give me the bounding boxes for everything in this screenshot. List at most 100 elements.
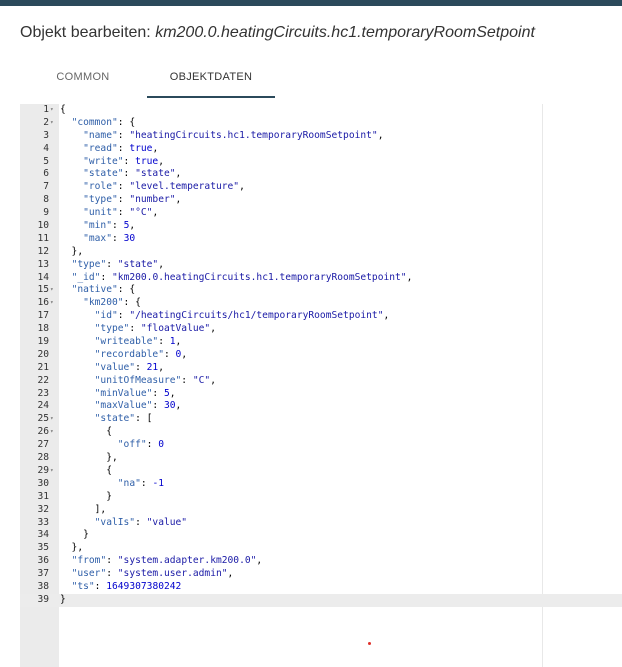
- line-number: 28: [37, 452, 49, 464]
- code-text: "type": "state",: [71, 258, 164, 270]
- code-text: }: [60, 490, 112, 502]
- fold-toggle-icon[interactable]: ▾: [50, 297, 58, 310]
- line-number: 13: [37, 258, 49, 270]
- code-line[interactable]: 35 },: [20, 542, 622, 555]
- code-text: "na": -1: [117, 477, 164, 489]
- code-line[interactable]: 18 "type": "floatValue",: [20, 323, 622, 336]
- code-line[interactable]: 28 },: [20, 452, 622, 465]
- code-text: {: [60, 464, 112, 476]
- code-text: "from": "system.adapter.km200.0",: [71, 555, 263, 567]
- line-number: 12: [37, 245, 49, 257]
- line-number: 36: [37, 555, 49, 567]
- tab-bar: COMMON OBJEKTDATEN: [0, 62, 622, 98]
- code-line[interactable]: 30 "na": -1: [20, 478, 622, 491]
- code-text: },: [60, 452, 118, 464]
- code-line[interactable]: 5 "write": true,: [20, 156, 622, 169]
- code-line[interactable]: 39}: [20, 593, 622, 607]
- line-number: 38: [37, 580, 49, 592]
- code-text: "valIs": "value": [94, 516, 188, 528]
- line-number: 16: [37, 297, 49, 309]
- line-number: 8: [43, 194, 49, 206]
- line-number: 2: [43, 116, 49, 128]
- code-line[interactable]: 10 "min": 5,: [20, 220, 622, 233]
- code-line[interactable]: 9 "unit": "°C",: [20, 207, 622, 220]
- code-text: "type": "number",: [83, 194, 182, 206]
- json-code-editor[interactable]: 1 ▾{2 ▾ "common": {3 "name": "heatingCircu…: [20, 104, 622, 667]
- red-dot-marker: [368, 642, 371, 645]
- code-text: "read": true,: [83, 142, 159, 154]
- code-line[interactable]: 23 "minValue": 5,: [20, 388, 622, 401]
- line-number: 1: [43, 104, 49, 115]
- code-line[interactable]: 11 "max": 30: [20, 233, 622, 246]
- code-line[interactable]: 13 "type": "state",: [20, 259, 622, 272]
- code-text: {: [60, 426, 112, 438]
- code-text: {: [60, 104, 66, 115]
- code-line[interactable]: 14 "_id": "km200.0.heatingCircuits.hc1.t…: [20, 272, 622, 285]
- code-line[interactable]: 25 ▾ "state": [: [20, 413, 622, 426]
- fold-toggle-icon[interactable]: ▾: [50, 284, 58, 297]
- code-text: "unitOfMeasure": "C",: [94, 374, 216, 386]
- line-number: 17: [37, 310, 49, 322]
- code-line[interactable]: 2 ▾ "common": {: [20, 117, 622, 130]
- code-line[interactable]: 29 ▾ {: [20, 465, 622, 478]
- fold-toggle-icon[interactable]: ▾: [50, 117, 58, 130]
- line-number: 4: [43, 142, 49, 154]
- fold-toggle-icon[interactable]: ▾: [50, 104, 58, 117]
- code-text: "min": 5,: [83, 220, 136, 232]
- code-line[interactable]: 20 "recordable": 0,: [20, 349, 622, 362]
- code-line[interactable]: 12 },: [20, 246, 622, 259]
- code-line[interactable]: 24 "maxValue": 30,: [20, 400, 622, 413]
- line-number: 10: [37, 220, 49, 232]
- line-number: 25: [37, 413, 49, 425]
- code-line[interactable]: 4 "read": true,: [20, 143, 622, 156]
- code-text: "state": "state",: [83, 168, 182, 180]
- code-line[interactable]: 17 "id": "/heatingCircuits/hc1/temporary…: [20, 310, 622, 323]
- code-text: "minValue": 5,: [94, 387, 176, 399]
- code-line[interactable]: 1 ▾{: [20, 104, 622, 117]
- fold-toggle-icon[interactable]: ▾: [50, 465, 58, 478]
- fold-toggle-icon[interactable]: ▾: [50, 413, 58, 426]
- code-text: "off": 0: [117, 439, 164, 451]
- code-line[interactable]: 3 "name": "heatingCircuits.hc1.temporary…: [20, 130, 622, 143]
- code-text: "name": "heatingCircuits.hc1.temporaryRo…: [83, 129, 384, 141]
- fold-toggle-icon[interactable]: ▾: [50, 426, 58, 439]
- code-line[interactable]: 22 "unitOfMeasure": "C",: [20, 375, 622, 388]
- code-text: "max": 30: [83, 232, 136, 244]
- code-text: ],: [60, 503, 107, 515]
- tab-common[interactable]: COMMON: [20, 62, 146, 96]
- code-line[interactable]: 32 ],: [20, 504, 622, 517]
- tab-objektdaten[interactable]: OBJEKTDATEN: [147, 62, 275, 98]
- code-line[interactable]: 37 "user": "system.user.admin",: [20, 568, 622, 581]
- code-line[interactable]: 27 "off": 0: [20, 439, 622, 452]
- code-text: }: [60, 529, 89, 541]
- code-text: "role": "level.temperature",: [83, 181, 245, 193]
- code-text: "km200": {: [83, 297, 141, 309]
- dialog-top-bar: [0, 0, 622, 6]
- code-line[interactable]: 26 ▾ {: [20, 426, 622, 439]
- code-line[interactable]: 6 "state": "state",: [20, 168, 622, 181]
- code-text: "maxValue": 30,: [94, 400, 182, 412]
- code-line[interactable]: 7 "role": "level.temperature",: [20, 181, 622, 194]
- code-text: "write": true,: [83, 155, 164, 167]
- line-number: 7: [43, 181, 49, 193]
- code-line[interactable]: 21 "value": 21,: [20, 362, 622, 375]
- code-line[interactable]: 8 "type": "number",: [20, 194, 622, 207]
- line-number: 31: [37, 490, 49, 502]
- code-line[interactable]: 19 "writeable": 1,: [20, 336, 622, 349]
- code-line[interactable]: 16 ▾ "km200": {: [20, 297, 622, 310]
- code-text: "native": {: [71, 284, 136, 296]
- code-text: "user": "system.user.admin",: [71, 568, 234, 580]
- code-line[interactable]: 34 }: [20, 529, 622, 542]
- code-line[interactable]: 38 "ts": 1649307380242: [20, 581, 622, 594]
- code-text: "unit": "°C",: [83, 207, 159, 219]
- line-number: 6: [43, 168, 49, 180]
- line-number: 18: [37, 323, 49, 335]
- line-number: 15: [37, 284, 49, 296]
- dialog-title: Objekt bearbeiten: km200.0.heatingCircui…: [20, 24, 535, 42]
- editor-lines: 1 ▾{2 ▾ "common": {3 "name": "heatingCircu…: [20, 104, 622, 607]
- code-text: "recordable": 0,: [94, 348, 188, 360]
- code-line[interactable]: 36 "from": "system.adapter.km200.0",: [20, 555, 622, 568]
- code-line[interactable]: 31 }: [20, 491, 622, 504]
- code-line[interactable]: 15 ▾ "native": {: [20, 284, 622, 297]
- code-line[interactable]: 33 "valIs": "value": [20, 517, 622, 530]
